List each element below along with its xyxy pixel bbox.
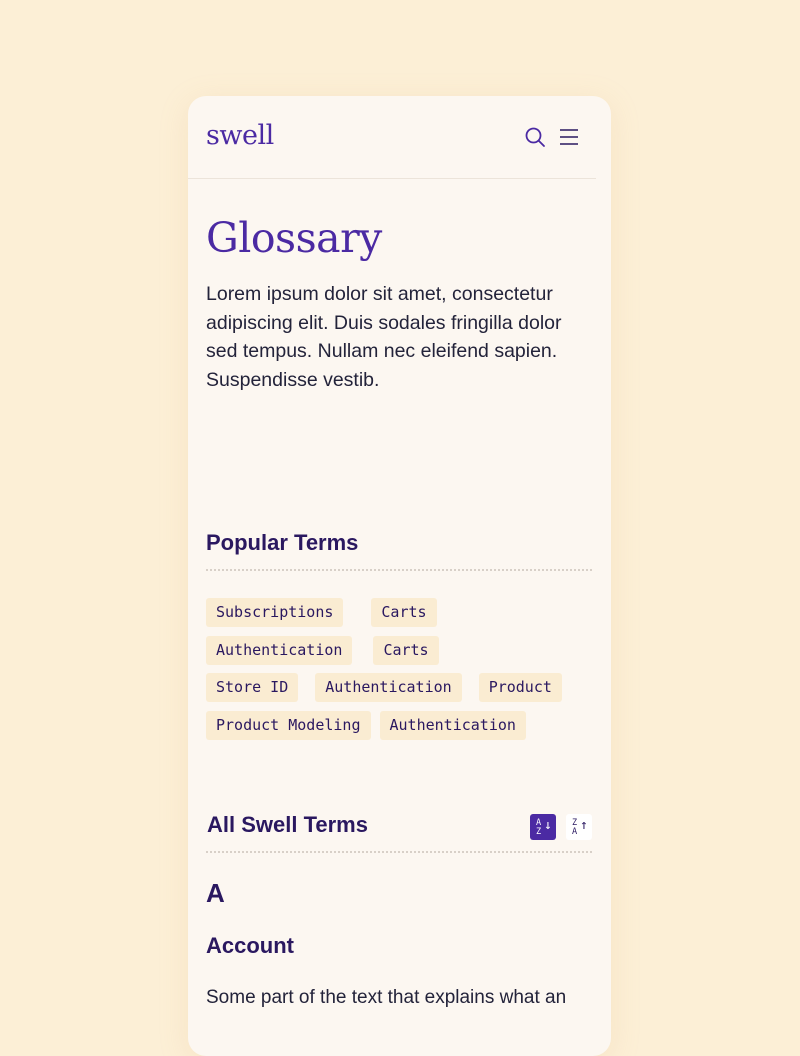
term-tag[interactable]: Carts [373,635,439,665]
sort-az-button[interactable]: A Z ↓ [530,814,556,840]
arrow-up-icon: ↑ [580,818,588,833]
term-tag[interactable]: Authentication [206,635,353,665]
menu-icon[interactable] [558,126,580,148]
tag-row: Authentication Carts [206,635,598,665]
all-terms-heading: All Swell Terms [207,812,368,837]
search-icon[interactable] [524,126,546,148]
section-divider [206,569,592,571]
section-divider [206,851,592,853]
sort-za-button[interactable]: Z A ↑ [566,814,592,840]
page-intro: Lorem ipsum dolor sit amet, consectetur … [206,283,562,391]
popular-terms-heading: Popular Terms [206,530,359,555]
tag-row: Subscriptions Carts [206,598,598,627]
term-tag[interactable]: Authentication [379,710,526,740]
popular-terms-list: Subscriptions Carts Authentication Carts S… [206,598,598,748]
term-tag[interactable]: Subscriptions [206,598,344,627]
term-title[interactable]: Account [206,933,294,959]
tag-row: Product Modeling Authentication [206,710,598,740]
site-header: swell [188,96,596,179]
page-title: Glossary [206,214,382,262]
term-description: Some part of the text that explains what… [206,987,567,1008]
term-tag[interactable]: Product Modeling [206,710,371,740]
term-tag[interactable]: Product [478,673,562,702]
term-tag[interactable]: Authentication [315,673,462,702]
term-tag[interactable]: Carts [371,598,437,627]
term-tag[interactable]: Store ID [206,673,299,702]
tag-row: Store ID Authentication Product [206,673,598,702]
glossary-card: swell Glossary Lorem ipsum dolor sit ame… [188,96,611,1056]
arrow-down-icon: ↓ [544,818,552,833]
letter-heading: A [206,878,225,908]
swell-logo[interactable]: swell [206,120,274,151]
